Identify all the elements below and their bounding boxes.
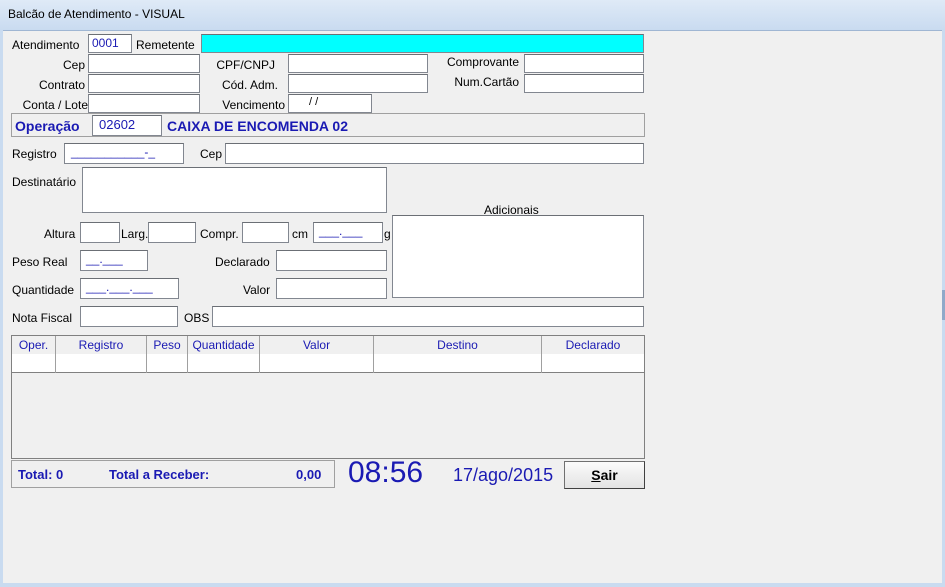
current-date: 17/ago/2015 — [453, 465, 554, 485]
column-divider — [187, 336, 188, 373]
operacao-label: Operação — [15, 118, 80, 134]
table-header: Oper. Registro Peso Quantidade Valor Des… — [12, 336, 644, 355]
sair-button[interactable]: Sair — [564, 461, 645, 489]
window-frame-bottom — [0, 583, 945, 587]
operacao-description: CAIXA DE ENCOMENDA 02 — [167, 118, 348, 134]
column-divider — [259, 336, 260, 373]
column-header-quantidade[interactable]: Quantidade — [188, 338, 259, 352]
peso-cubico-field[interactable]: ___.___ — [313, 222, 383, 243]
total-receber-value: 0,00 — [296, 467, 322, 482]
quantidade-field[interactable]: ___.___.___ — [80, 278, 179, 299]
comprovante-field[interactable] — [524, 54, 644, 73]
atendimento-field[interactable]: 0001 — [88, 34, 132, 53]
totals-panel: Total: 0 Total a Receber: 0,00 — [11, 460, 335, 488]
clock-time: 08:56 — [348, 456, 424, 489]
items-table[interactable]: Oper. Registro Peso Quantidade Valor Des… — [11, 335, 645, 459]
cep-destino-label: Cep — [200, 147, 223, 161]
adicionais-field[interactable] — [392, 215, 644, 298]
peso-real-label: Peso Real — [12, 255, 68, 269]
largura-field[interactable] — [148, 222, 196, 243]
valor-field[interactable] — [276, 278, 387, 299]
window-title: Balcão de Atendimento - VISUAL — [8, 7, 185, 21]
comprimento-field[interactable] — [242, 222, 289, 243]
declarado-label: Declarado — [215, 255, 270, 269]
vencimento-field[interactable]: / / — [288, 94, 372, 113]
total-count: Total: 0 — [18, 467, 64, 482]
num-cartao-field[interactable] — [524, 74, 644, 93]
column-divider — [55, 336, 56, 373]
atendimento-label: Atendimento — [12, 38, 80, 52]
registro-label: Registro — [12, 147, 57, 161]
column-header-declarado[interactable]: Declarado — [542, 338, 644, 352]
operacao-panel: Operação 02602 CAIXA DE ENCOMENDA 02 — [11, 113, 645, 137]
contrato-label: Contrato — [38, 78, 85, 92]
sair-button-label: Sair — [591, 467, 618, 483]
operacao-code-field[interactable]: 02602 — [92, 115, 162, 136]
num-cartao-label: Num.Cartão — [454, 75, 519, 89]
contrato-field[interactable] — [88, 74, 200, 93]
column-divider — [373, 336, 374, 373]
obs-label: OBS — [184, 311, 210, 325]
larg-label: Larg. — [121, 227, 149, 241]
cep-remetente-field[interactable] — [88, 54, 200, 73]
cpf-label: CPF/CNPJ — [216, 58, 275, 72]
remetente-field[interactable] — [201, 34, 644, 53]
remetente-label: Remetente — [136, 38, 195, 52]
column-header-oper[interactable]: Oper. — [12, 338, 55, 352]
column-header-destino[interactable]: Destino — [374, 338, 541, 352]
cep-destino-field[interactable] — [225, 143, 644, 164]
column-header-valor[interactable]: Valor — [260, 338, 373, 352]
column-header-registro[interactable]: Registro — [56, 338, 146, 352]
nota-fiscal-field[interactable] — [80, 306, 178, 327]
column-divider — [146, 336, 147, 373]
altura-label: Altura — [44, 227, 76, 241]
conta-lote-field[interactable] — [88, 94, 200, 113]
title-bar: Balcão de Atendimento - VISUAL — [0, 0, 945, 31]
total-receber-label: Total a Receber: — [109, 467, 210, 482]
g-label: g — [384, 227, 391, 241]
compr-label: Compr. — [200, 227, 239, 241]
cpf-field[interactable] — [288, 54, 428, 73]
cod-adm-field[interactable] — [288, 74, 428, 93]
obs-field[interactable] — [212, 306, 644, 327]
destinatario-field[interactable] — [82, 167, 387, 213]
altura-field[interactable] — [80, 222, 120, 243]
column-header-peso[interactable]: Peso — [147, 338, 187, 352]
cod-adm-label: Cód. Adm. — [221, 78, 278, 92]
vencimento-label: Vencimento — [222, 98, 285, 112]
destinatario-label: Destinatário — [12, 175, 77, 189]
conta-lote-label: Conta / Lote — [22, 98, 88, 112]
column-divider — [541, 336, 542, 373]
valor-label: Valor — [243, 283, 271, 297]
declarado-field[interactable] — [276, 250, 387, 271]
window-frame-left — [0, 30, 3, 587]
registro-field[interactable]: ___________-_ — [64, 143, 184, 164]
quantidade-label: Quantidade — [12, 283, 75, 297]
nota-fiscal-label: Nota Fiscal — [12, 311, 73, 325]
cep-label: Cep — [62, 58, 85, 72]
peso-real-field[interactable]: __.___ — [80, 250, 148, 271]
cm-label: cm — [292, 227, 308, 241]
comprovante-label: Comprovante — [446, 55, 519, 69]
table-row[interactable] — [12, 354, 644, 373]
